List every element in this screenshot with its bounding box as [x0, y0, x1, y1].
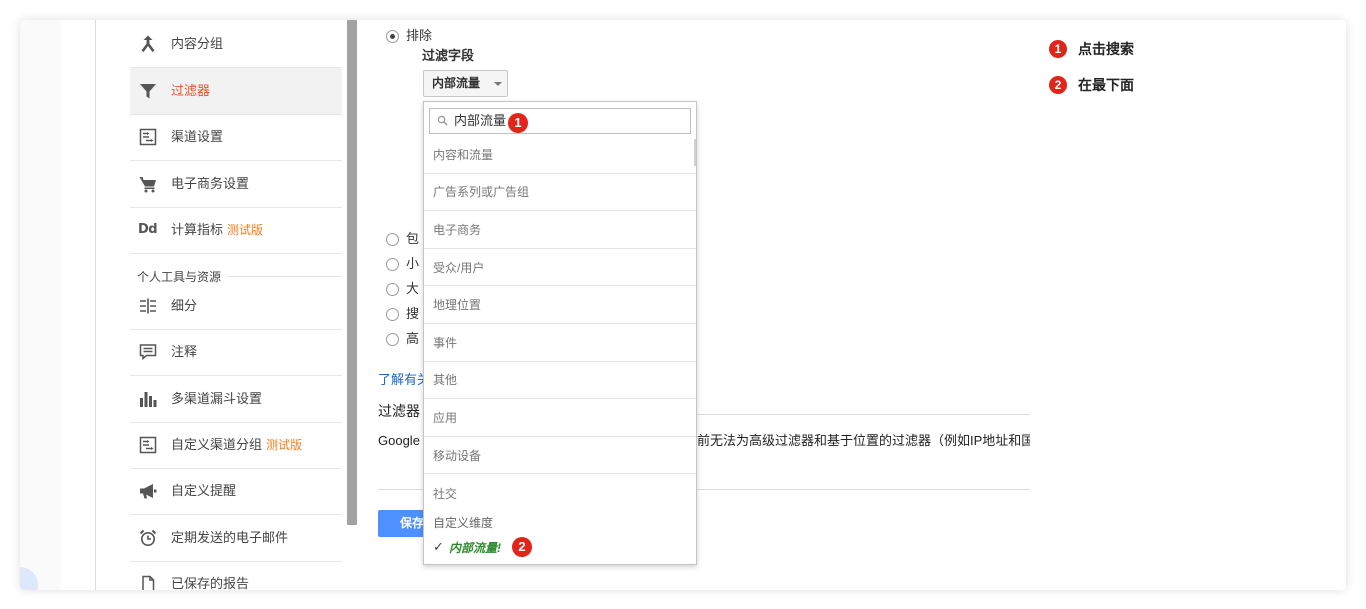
beta-badge: 测试版 — [266, 438, 303, 452]
dropdown-category: 内容和流量 — [424, 136, 696, 174]
left-margin — [20, 20, 61, 590]
option-label: 搜 — [406, 306, 420, 321]
sidebar-item-label: 注释 — [171, 344, 198, 359]
dropdown-category: 受众/用户 — [424, 249, 696, 287]
dropdown-list: 内容和流量 广告系列或广告组 电子商务 受众/用户 地理位置 事件 其他 应用 … — [424, 136, 696, 563]
verify-text-end: 前无法为高级过滤器和基于位置的过滤器（例如IP地址和国 — [697, 433, 1030, 448]
sidebar-item-label: 自定义渠道分组 — [171, 437, 263, 452]
annotation-number-1: 1 — [1049, 40, 1067, 58]
marker-badge-1: 1 — [508, 113, 528, 133]
funnel-icon — [138, 81, 158, 101]
segments-icon — [138, 296, 158, 316]
section-title: 个人工具与资源 — [137, 269, 222, 284]
content-grouping-icon — [138, 34, 158, 54]
sidebar-scrollbar[interactable] — [347, 20, 357, 525]
dropdown-category: 广告系列或广告组 — [424, 174, 696, 212]
alarm-clock-icon — [138, 528, 158, 548]
sidebar-item-label: 电子商务设置 — [171, 176, 250, 191]
option-label: 小 — [406, 256, 420, 271]
sidebar-item-scheduled-emails[interactable]: 定期发送的电子邮件 — [130, 515, 342, 562]
option-radio[interactable] — [386, 233, 399, 246]
sidebar-item-channel-settings[interactable]: 渠道设置 — [130, 114, 342, 161]
exclude-radio-label: 排除 — [406, 28, 433, 43]
filter-field-value: 内部流量 — [432, 76, 481, 90]
dropdown-category: 事件 — [424, 324, 696, 362]
selected-option-label: 内部流量! — [449, 541, 501, 556]
annotation-text-2: 在最下面 — [1078, 77, 1134, 93]
megaphone-icon — [138, 481, 158, 501]
dropdown-subcategory: 自定义维度 — [433, 515, 494, 530]
sidebar-item-segments[interactable]: 细分 — [130, 283, 342, 330]
filter-field-label: 过滤字段 — [422, 48, 475, 63]
sidebar-item-label: 已保存的报告 — [171, 576, 250, 590]
dropdown-option-selected[interactable]: ✓ 内部流量! — [424, 533, 696, 563]
option-label: 大 — [406, 281, 420, 296]
exclude-radio[interactable] — [386, 30, 399, 43]
bar-chart-icon — [138, 389, 158, 409]
annotation-number-2: 2 — [1049, 76, 1067, 94]
option-radio[interactable] — [386, 283, 399, 296]
dropdown-search-input[interactable]: 内部流量 — [429, 108, 691, 134]
dropdown-category: 地理位置 — [424, 286, 696, 324]
section-divider — [227, 275, 342, 277]
sidebar-item-custom-channel-grouping[interactable]: 自定义渠道分组 测试版 — [130, 422, 342, 469]
sidebar-item-label: 定期发送的电子邮件 — [171, 530, 289, 545]
annotation-icon — [138, 342, 158, 362]
sidebar-border — [95, 20, 96, 590]
annotation-text-1: 点击搜索 — [1078, 41, 1134, 57]
sidebar-item-ecommerce-settings[interactable]: 电子商务设置 — [130, 161, 342, 208]
channel-grouping-icon — [138, 435, 158, 455]
channel-settings-icon — [138, 127, 158, 147]
dropdown-category: 应用 — [424, 399, 696, 437]
caret-down-icon — [494, 82, 502, 86]
dropdown-category: 电子商务 — [424, 211, 696, 249]
verify-text-start: Google — [378, 433, 420, 448]
sidebar-item-saved-reports[interactable]: 已保存的报告 — [130, 561, 342, 590]
sidebar-item-custom-alerts[interactable]: 自定义提醒 — [130, 468, 342, 515]
sidebar-item-label: 计算指标 — [171, 222, 224, 237]
sidebar-item-label: 内容分组 — [171, 36, 224, 51]
option-radio[interactable] — [386, 308, 399, 321]
filter-field-select[interactable]: 内部流量 — [423, 70, 508, 97]
sidebar-item-calculated-metrics[interactable]: Dd 计算指标 测试版 — [130, 207, 342, 254]
sidebar-item-label: 自定义提醒 — [171, 483, 237, 498]
page-card: 内容分组 过滤器 渠道设置 电子商务设置 Dd 计算指标 测试版 个人工具与资源 … — [20, 20, 1346, 590]
marker-badge-2: 2 — [512, 537, 532, 557]
option-radio[interactable] — [386, 333, 399, 346]
beta-badge: 测试版 — [227, 223, 264, 237]
sidebar-item-label: 细分 — [171, 298, 198, 313]
checkmark-icon: ✓ — [433, 540, 444, 556]
dropdown-category: 社交 — [433, 486, 458, 501]
sidebar-item-content-grouping[interactable]: 内容分组 — [130, 21, 342, 68]
search-value: 内部流量 — [454, 113, 507, 128]
option-radio[interactable] — [386, 258, 399, 271]
option-label: 包 — [406, 231, 420, 246]
sidebar-item-label: 过滤器 — [171, 83, 211, 98]
dropdown-category: 移动设备 — [424, 437, 696, 475]
filter-field-dropdown[interactable]: 内部流量 1 内容和流量 广告系列或广告组 电子商务 受众/用户 地理位置 事件… — [423, 101, 697, 565]
shopping-cart-icon — [138, 174, 158, 194]
search-icon — [437, 115, 448, 126]
dropdown-category: 其他 — [424, 362, 696, 400]
option-label: 高 — [406, 331, 420, 346]
sidebar-item-label: 多渠道漏斗设置 — [171, 391, 263, 406]
sidebar-item-filters[interactable]: 过滤器 — [130, 68, 342, 115]
calculated-metrics-icon: Dd — [138, 222, 158, 237]
document-icon — [138, 574, 158, 590]
sidebar-item-label: 渠道设置 — [171, 129, 224, 144]
filter-verify-heading: 过滤器 — [378, 403, 420, 419]
sidebar-item-annotations[interactable]: 注释 — [130, 329, 342, 376]
sidebar-item-multi-channel-funnel-settings[interactable]: 多渠道漏斗设置 — [130, 376, 342, 423]
